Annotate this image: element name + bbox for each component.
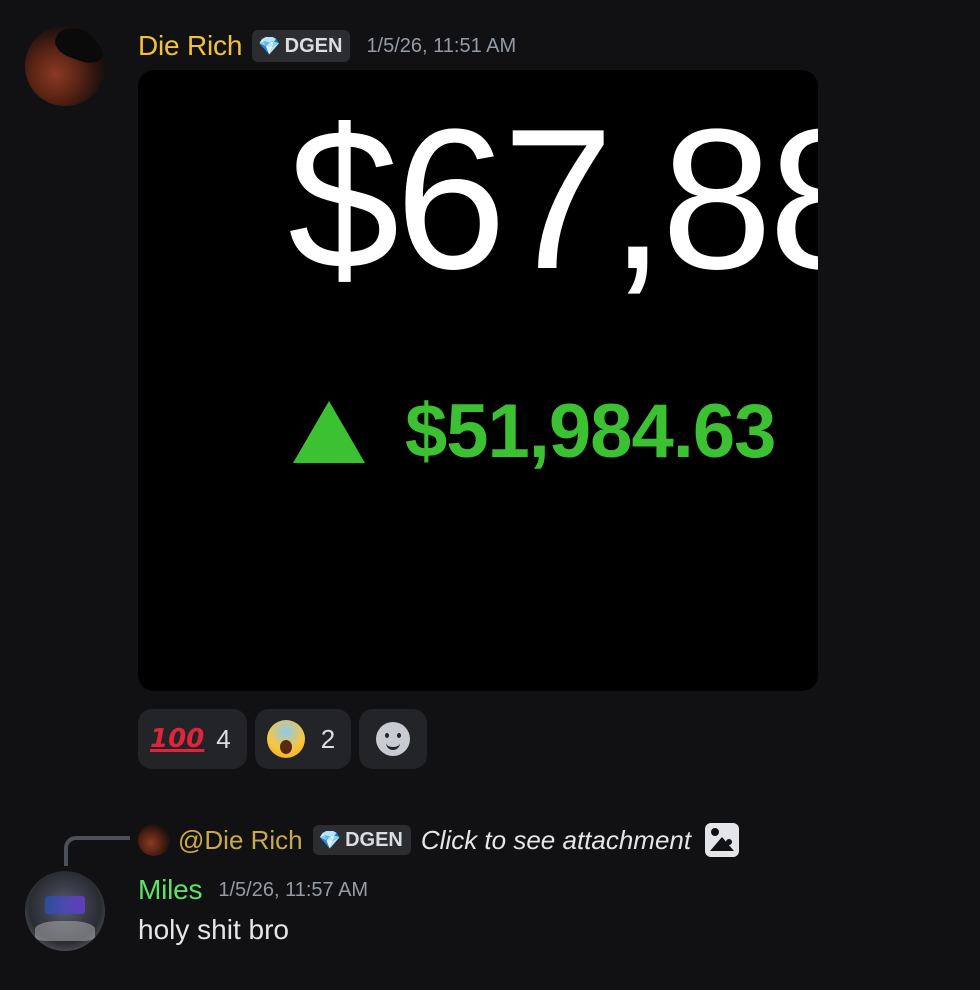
price-text: $67,88 <box>288 88 818 311</box>
reaction-scream[interactable]: 2 <box>254 709 352 769</box>
gem-icon: 💎 <box>258 35 281 56</box>
add-reaction-button[interactable] <box>359 709 428 769</box>
reactions-bar: 100 4 2 <box>138 709 428 769</box>
reply-avatar <box>138 824 170 856</box>
face-screaming-icon <box>266 720 305 758</box>
reply-reference[interactable]: @Die Rich 💎 DGEN Click to see attachment <box>138 822 740 858</box>
server-tag[interactable]: 💎 DGEN <box>252 30 351 62</box>
reaction-count: 2 <box>320 723 336 754</box>
tag-label: DGEN <box>284 34 343 57</box>
reply-mention[interactable]: @Die Rich <box>178 825 303 856</box>
gem-icon: 💎 <box>318 829 342 850</box>
chat-channel: Die Rich 💎 DGEN 1/5/26, 11:51 AM $67,88 … <box>0 0 980 990</box>
username[interactable]: Die Rich <box>138 30 242 62</box>
image-attachment[interactable]: $67,88 $51,984.63 <box>138 70 818 691</box>
up-triangle-icon <box>293 400 365 463</box>
timestamp[interactable]: 1/5/26, 11:57 AM <box>218 879 368 902</box>
avatar[interactable] <box>25 871 105 951</box>
message-header: Miles 1/5/26, 11:57 AM <box>138 870 368 910</box>
timestamp[interactable]: 1/5/26, 11:51 AM <box>366 35 516 58</box>
server-tag[interactable]: 💎 DGEN <box>312 825 411 855</box>
username[interactable]: Miles <box>138 874 203 906</box>
reply-spine <box>64 836 130 866</box>
reaction-hundred[interactable]: 100 4 <box>138 709 247 769</box>
tag-label: DGEN <box>345 828 403 851</box>
price-change: $51,984.63 <box>293 388 776 475</box>
avatar[interactable] <box>25 26 105 106</box>
message-content: holy shit bro <box>138 914 289 945</box>
hundred-points-icon: 100 <box>150 724 205 754</box>
image-attachment-icon <box>705 823 740 857</box>
reply-preview-text[interactable]: Click to see attachment <box>421 825 691 856</box>
message-header: Die Rich 💎 DGEN 1/5/26, 11:51 AM <box>138 26 516 66</box>
add-reaction-icon <box>376 722 411 756</box>
change-value: $51,984.63 <box>405 389 776 474</box>
reaction-count: 4 <box>216 723 231 754</box>
